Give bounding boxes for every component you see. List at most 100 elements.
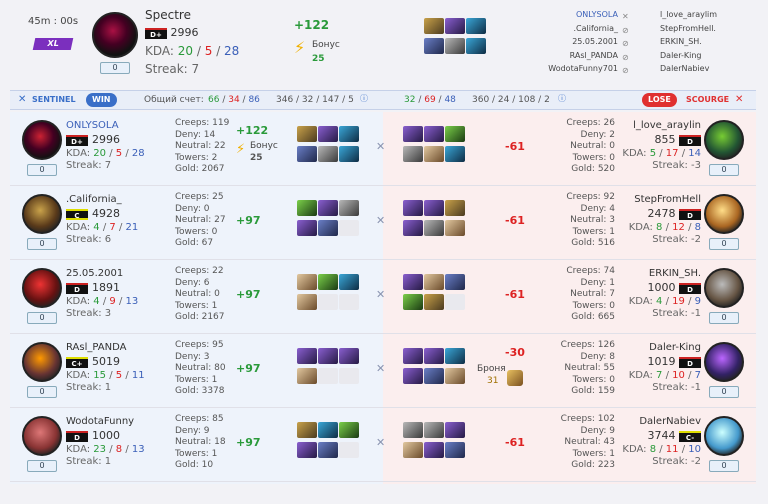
- rank-badge: D: [679, 208, 701, 220]
- player-name[interactable]: RAsl_PANDA: [66, 342, 145, 353]
- item-slot[interactable]: [424, 220, 444, 236]
- item-slot[interactable]: [445, 442, 465, 458]
- item-slot[interactable]: [339, 126, 359, 142]
- item-slot[interactable]: [424, 442, 444, 458]
- player-name[interactable]: l_love_araylin: [619, 120, 701, 131]
- item-slot[interactable]: [339, 220, 359, 236]
- item-slot[interactable]: [424, 146, 444, 162]
- item-slot[interactable]: [445, 200, 465, 216]
- player-name[interactable]: Daler-King: [619, 342, 701, 353]
- item-slot[interactable]: [403, 126, 423, 142]
- mini-player-link[interactable]: ERKIN_SH.: [660, 35, 756, 49]
- item-slot[interactable]: [297, 368, 317, 384]
- item-slot[interactable]: [403, 294, 423, 310]
- item-slot[interactable]: [318, 200, 338, 216]
- item-slot[interactable]: [445, 348, 465, 364]
- player-name[interactable]: StepFromHell: [619, 194, 701, 205]
- mmr-value: 2478: [647, 207, 676, 220]
- mini-player-link[interactable]: Daler-King: [660, 49, 756, 63]
- item-slot[interactable]: [403, 146, 423, 162]
- item-slot[interactable]: [318, 294, 338, 310]
- item-slot[interactable]: [318, 442, 338, 458]
- item-slot[interactable]: [297, 294, 317, 310]
- player-hero-avatar[interactable]: [22, 120, 62, 160]
- mini-player-link[interactable]: .California_: [522, 22, 618, 36]
- player-name[interactable]: .California_: [66, 194, 138, 205]
- item-slot[interactable]: [339, 368, 359, 384]
- item-slot[interactable]: [318, 368, 338, 384]
- player-name[interactable]: WodotaFunny: [66, 416, 145, 427]
- item-slot[interactable]: [339, 422, 359, 438]
- item-slot[interactable]: [318, 422, 338, 438]
- stat-towers: Towers: 0: [572, 152, 615, 163]
- item-slot[interactable]: [424, 294, 444, 310]
- item-slot[interactable]: [339, 146, 359, 162]
- player-hero-avatar[interactable]: [704, 194, 744, 234]
- item-slot[interactable]: [318, 146, 338, 162]
- item-slot[interactable]: [403, 422, 423, 438]
- item-slot[interactable]: [424, 200, 444, 216]
- item-slot[interactable]: [445, 126, 465, 142]
- item-slot[interactable]: [424, 348, 444, 364]
- item-slot[interactable]: [318, 274, 338, 290]
- item-slot[interactable]: [403, 200, 423, 216]
- item-slot[interactable]: [297, 348, 317, 364]
- player-hero-avatar[interactable]: [704, 342, 744, 382]
- item-slot[interactable]: [318, 126, 338, 142]
- item-slot[interactable]: [403, 368, 423, 384]
- item-slot[interactable]: [339, 294, 359, 310]
- info-icon[interactable]: ⓘ: [360, 93, 368, 104]
- item-slot[interactable]: [297, 220, 317, 236]
- item-slot[interactable]: [424, 126, 444, 142]
- item-slot[interactable]: [297, 442, 317, 458]
- item-slot[interactable]: [445, 220, 465, 236]
- player-hero-avatar[interactable]: [22, 416, 62, 456]
- player-name[interactable]: 25.05.2001: [66, 268, 138, 279]
- hero-name[interactable]: Spectre: [145, 8, 191, 22]
- player-hero-avatar[interactable]: [704, 268, 744, 308]
- player-hero-avatar[interactable]: [704, 120, 744, 160]
- player-hero-avatar[interactable]: [22, 194, 62, 234]
- item-slot[interactable]: [297, 274, 317, 290]
- item-slot[interactable]: [339, 348, 359, 364]
- item-slot[interactable]: [297, 422, 317, 438]
- item-slot[interactable]: [445, 294, 465, 310]
- item-slot[interactable]: [297, 200, 317, 216]
- player-name[interactable]: DalerNabiev: [619, 416, 701, 427]
- item-slot[interactable]: [318, 348, 338, 364]
- item-slot[interactable]: [424, 422, 444, 438]
- player-name[interactable]: ONLYSOLA: [66, 120, 145, 131]
- item-slot[interactable]: [403, 274, 423, 290]
- mini-player-link[interactable]: StepFromHell.: [660, 22, 756, 36]
- stat-deny: Deny: 9: [175, 425, 210, 436]
- item-slot[interactable]: [445, 368, 465, 384]
- mini-player-link[interactable]: l_love_araylim: [660, 8, 756, 22]
- hero-avatar[interactable]: [92, 12, 138, 58]
- item-slot[interactable]: [445, 274, 465, 290]
- info-icon[interactable]: ⓘ: [558, 93, 566, 104]
- item-slot[interactable]: [339, 274, 359, 290]
- item-slot[interactable]: [445, 146, 465, 162]
- player-name[interactable]: ERKIN_SH.: [619, 268, 701, 279]
- item-slot[interactable]: [318, 220, 338, 236]
- item-slot[interactable]: [297, 126, 317, 142]
- scourge-panel: 0 l_love_araylin 855 D KDA: 5 / 17 / 14 Stre…: [383, 112, 756, 484]
- item-slot[interactable]: [339, 200, 359, 216]
- item-slot[interactable]: [445, 422, 465, 438]
- item-slot[interactable]: [424, 368, 444, 384]
- player-hero-avatar[interactable]: [22, 342, 62, 382]
- item-slot[interactable]: [403, 442, 423, 458]
- item-slot[interactable]: [297, 146, 317, 162]
- mini-player-link[interactable]: ONLYSOLA: [522, 8, 618, 22]
- player-items: [403, 422, 473, 462]
- mini-player-link[interactable]: WodotaFunny701: [522, 62, 618, 76]
- item-slot[interactable]: [403, 220, 423, 236]
- item-slot[interactable]: [403, 348, 423, 364]
- mini-player-link[interactable]: DalerNabiev: [660, 62, 756, 76]
- item-slot[interactable]: [339, 442, 359, 458]
- player-hero-avatar[interactable]: [704, 416, 744, 456]
- player-hero-avatar[interactable]: [22, 268, 62, 308]
- mini-player-link[interactable]: 25.05.2001: [522, 35, 618, 49]
- item-slot[interactable]: [424, 274, 444, 290]
- mini-player-link[interactable]: RAsl_PANDA: [522, 49, 618, 63]
